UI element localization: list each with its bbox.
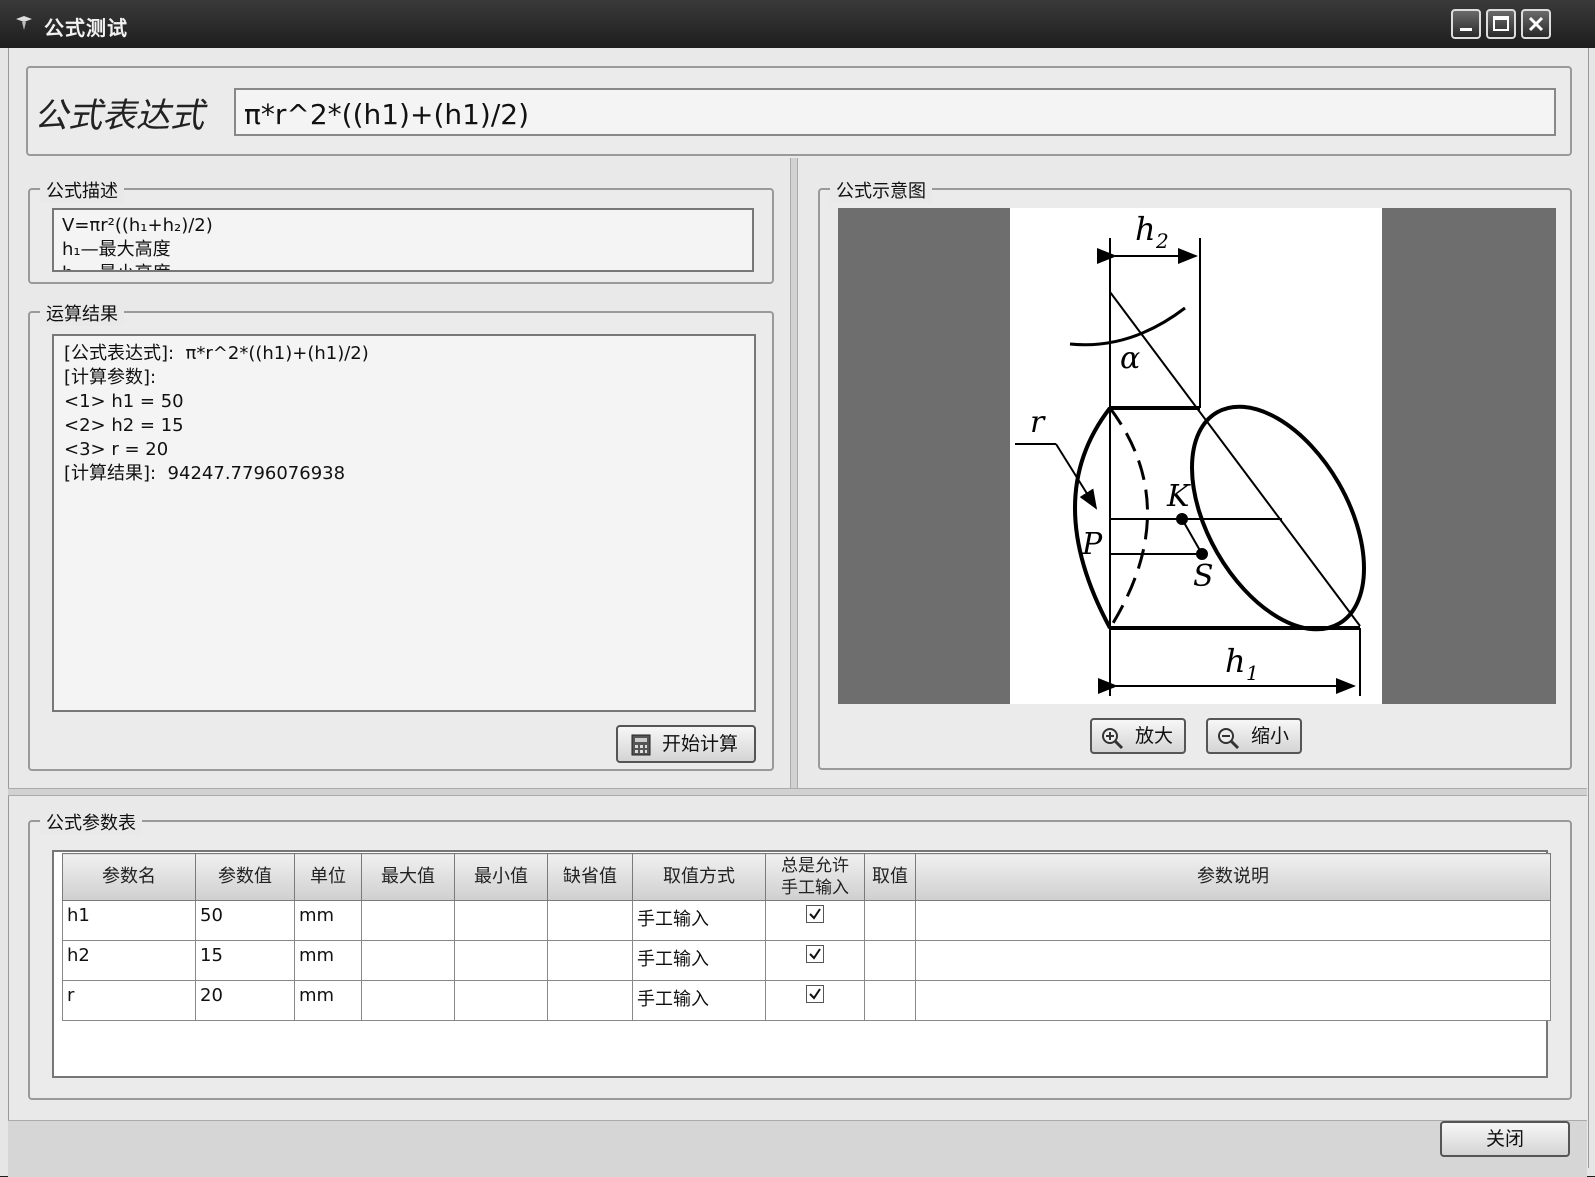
col-header-desc[interactable]: 参数说明: [915, 853, 1551, 901]
cell-take[interactable]: [864, 980, 916, 1021]
cell-default[interactable]: [547, 900, 633, 941]
formula-test-window: 公式测试 公式表达式 π*r^2*((h1)+(h1)/2) 公式描述 V=πr…: [0, 0, 1595, 1177]
minimize-icon: [1460, 28, 1472, 31]
cell-default[interactable]: [547, 940, 633, 981]
close-button[interactable]: 关闭: [1440, 1121, 1570, 1157]
label-h2-subscript: 2: [1155, 229, 1169, 253]
col-header-min[interactable]: 最小值: [454, 853, 548, 901]
col-header-take[interactable]: 取值: [864, 853, 916, 901]
cell-value[interactable]: 20: [195, 980, 295, 1021]
manual-checkbox[interactable]: [806, 945, 824, 963]
title-bar[interactable]: 公式测试: [0, 0, 1595, 48]
minimize-button[interactable]: [1451, 9, 1481, 39]
cell-name[interactable]: h1: [62, 900, 196, 941]
cell-max[interactable]: [361, 980, 455, 1021]
label-h2: h: [1135, 210, 1156, 248]
cell-value[interactable]: 50: [195, 900, 295, 941]
zoom-out-icon: [1218, 728, 1240, 750]
label-s: S: [1193, 559, 1214, 594]
cell-mode[interactable]: 手工输入: [632, 900, 766, 941]
col-header-value[interactable]: 参数值: [195, 853, 295, 901]
formula-diagram: h 2 α r K P S h 1: [1015, 210, 1366, 696]
params-group-title: 公式参数表: [40, 809, 142, 835]
col-header-default[interactable]: 缺省值: [547, 853, 633, 901]
cell-max[interactable]: [361, 940, 455, 981]
zoom-in-label: 放大: [1134, 725, 1173, 747]
footer-bar: [8, 1120, 1587, 1177]
cell-unit[interactable]: mm: [294, 980, 362, 1021]
col-header-unit[interactable]: 单位: [294, 853, 362, 901]
cell-desc[interactable]: [915, 980, 1551, 1021]
cell-take[interactable]: [864, 900, 916, 941]
horizontal-splitter[interactable]: [8, 788, 1587, 796]
close-icon: [1528, 16, 1544, 32]
table-row[interactable]: r 20 mm 手工输入: [62, 980, 1551, 1021]
cell-mode[interactable]: 手工输入: [632, 940, 766, 981]
description-group-title: 公式描述: [40, 177, 124, 203]
cell-name[interactable]: r: [62, 980, 196, 1021]
table-row[interactable]: h2 15 mm 手工输入: [62, 940, 1551, 981]
result-group-title: 运算结果: [40, 300, 124, 326]
label-h1-subscript: 1: [1246, 661, 1259, 685]
check-icon: [809, 908, 821, 920]
table-row[interactable]: h1 50 mm 手工输入: [62, 900, 1551, 941]
label-p: P: [1081, 527, 1103, 562]
cell-desc[interactable]: [915, 940, 1551, 981]
cell-name[interactable]: h2: [62, 940, 196, 981]
calculator-icon: [631, 734, 651, 756]
cell-max[interactable]: [361, 900, 455, 941]
description-line: h₁—最大高度: [62, 239, 171, 260]
cell-min[interactable]: [454, 980, 548, 1021]
col-header-mode[interactable]: 取值方式: [632, 853, 766, 901]
check-icon: [809, 948, 821, 960]
check-icon: [809, 988, 821, 1000]
zoom-in-icon: [1102, 728, 1124, 750]
zoom-out-button[interactable]: 缩小: [1206, 718, 1302, 754]
description-line: V=πr²((h₁+h₂)/2): [62, 215, 213, 236]
cell-desc[interactable]: [915, 900, 1551, 941]
params-header-row: 参数名 参数值 单位 最大值 最小值 缺省值 取值方式 总是允许 手工输入 取值…: [62, 853, 1551, 901]
expression-label: 公式表达式: [34, 96, 204, 136]
description-textbox[interactable]: V=πr²((h₁+h₂)/2) h₁—最大高度 h₂—最小高度: [52, 208, 754, 272]
cell-min[interactable]: [454, 940, 548, 981]
result-textbox[interactable]: [公式表达式]: π*r^2*((h1)+(h1)/2) [计算参数]: <1>…: [52, 334, 756, 712]
manual-checkbox[interactable]: [806, 985, 824, 1003]
start-compute-label: 开始计算: [662, 733, 739, 755]
zoom-in-button[interactable]: 放大: [1090, 718, 1186, 754]
label-k: K: [1166, 479, 1191, 514]
cell-manual[interactable]: [765, 900, 865, 941]
zoom-out-label: 缩小: [1250, 725, 1289, 747]
cell-mode[interactable]: 手工输入: [632, 980, 766, 1021]
col-header-name[interactable]: 参数名: [62, 853, 196, 901]
col-header-manual[interactable]: 总是允许 手工输入: [765, 853, 865, 901]
app-icon: [16, 16, 32, 30]
maximize-icon: [1493, 16, 1509, 31]
label-h1: h: [1225, 642, 1246, 680]
vertical-splitter[interactable]: [790, 158, 798, 788]
cell-manual[interactable]: [765, 980, 865, 1021]
label-r: r: [1030, 405, 1046, 440]
col-header-max[interactable]: 最大值: [361, 853, 455, 901]
manual-checkbox[interactable]: [806, 905, 824, 923]
expression-input[interactable]: π*r^2*((h1)+(h1)/2): [234, 88, 1556, 136]
cell-take[interactable]: [864, 940, 916, 981]
diagram-group-title: 公式示意图: [830, 177, 932, 203]
cell-unit[interactable]: mm: [294, 900, 362, 941]
cell-value[interactable]: 15: [195, 940, 295, 981]
close-window-button[interactable]: [1521, 9, 1551, 39]
cell-manual[interactable]: [765, 940, 865, 981]
cell-default[interactable]: [547, 980, 633, 1021]
maximize-button[interactable]: [1486, 9, 1516, 39]
start-compute-button[interactable]: 开始计算: [616, 725, 756, 763]
cell-unit[interactable]: mm: [294, 940, 362, 981]
params-table: 参数名 参数值 单位 最大值 最小值 缺省值 取值方式 总是允许 手工输入 取值…: [62, 853, 1551, 1021]
cell-min[interactable]: [454, 900, 548, 941]
description-line: h₂—最小高度: [62, 263, 171, 270]
label-alpha: α: [1120, 341, 1140, 376]
window-title: 公式测试: [44, 16, 128, 40]
